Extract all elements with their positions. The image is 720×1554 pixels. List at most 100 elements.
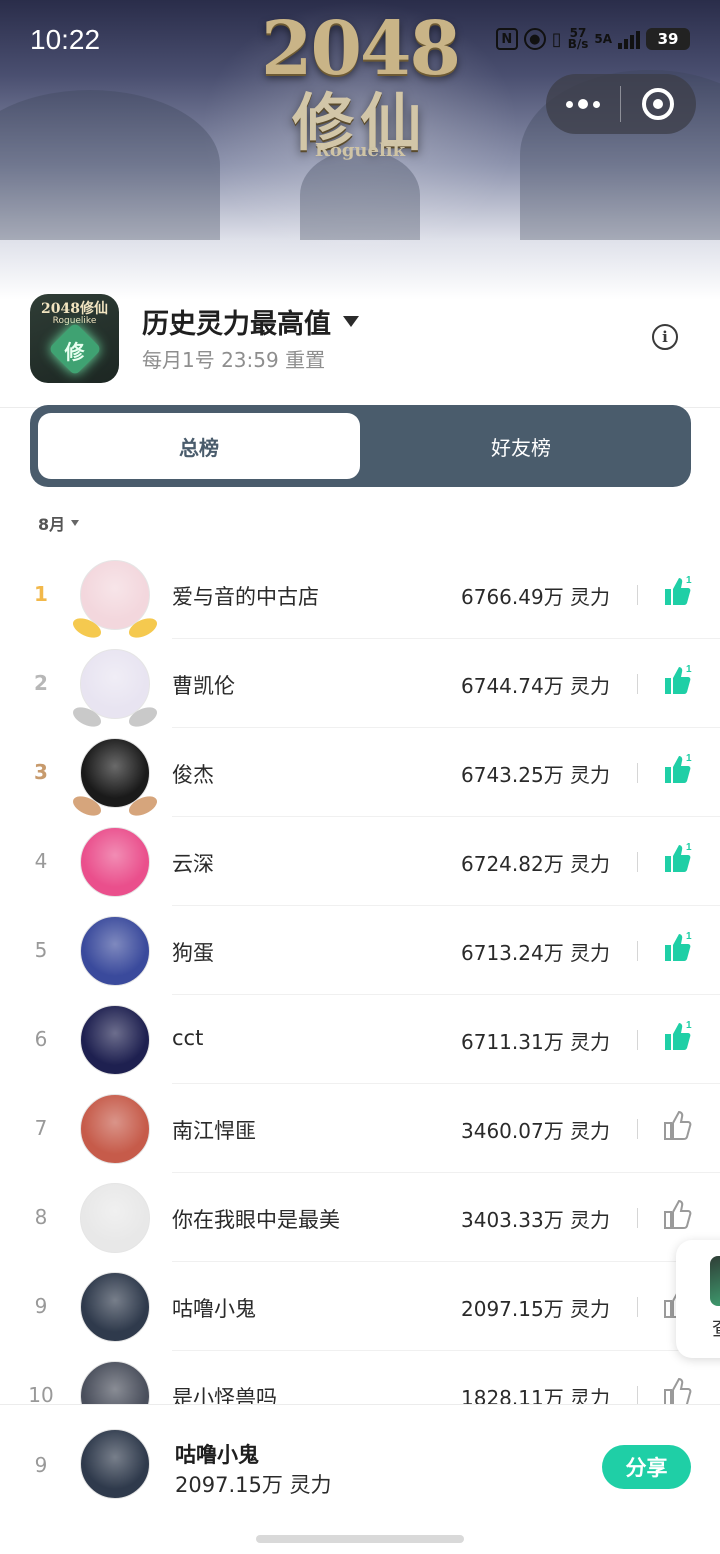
ranking-row[interactable]: 7 南江悍匪 3460.07万 灵力 bbox=[0, 1084, 720, 1173]
player-score: 1828.11万 灵力 bbox=[461, 1386, 611, 1405]
rank-number: 6 bbox=[34, 1027, 48, 1051]
thumbs-up-liked-icon[interactable]: 1 bbox=[662, 574, 692, 608]
player-score: 6713.24万 灵力 bbox=[461, 941, 611, 965]
avatar[interactable] bbox=[80, 1272, 150, 1342]
player-score: 6744.74万 灵力 bbox=[461, 674, 611, 698]
ranking-row[interactable]: 10 是小怪兽吗 1828.11万 灵力 bbox=[0, 1351, 720, 1405]
row-divider bbox=[637, 1030, 638, 1050]
row-divider bbox=[637, 1208, 638, 1228]
game-app-icon: 2048修仙 Roguelike 修 bbox=[30, 294, 119, 383]
player-name: 狗蛋 bbox=[172, 941, 214, 965]
ranking-row[interactable]: 8 你在我眼中是最美 3403.33万 灵力 bbox=[0, 1173, 720, 1262]
floating-side-card[interactable]: 查 bbox=[676, 1240, 720, 1358]
nfc-icon: N bbox=[495, 28, 518, 50]
ranking-row[interactable]: 4 云深 6724.82万 灵力 1 bbox=[0, 817, 720, 906]
avatar[interactable] bbox=[80, 827, 150, 897]
caret-down-icon bbox=[71, 520, 80, 526]
row-divider bbox=[637, 1386, 638, 1405]
rank-number: 3 bbox=[34, 760, 48, 784]
leaderboard-header: 2048修仙 Roguelike 修 历史灵力最高值 每月1号 23:59 重置… bbox=[0, 290, 720, 408]
vibrate-icon: ▯ bbox=[551, 28, 562, 50]
thumbs-up-liked-icon[interactable]: 1 bbox=[662, 663, 692, 697]
thumbs-up-icon[interactable] bbox=[662, 1375, 692, 1405]
player-score: 6743.25万 灵力 bbox=[461, 763, 611, 787]
rank-number: 4 bbox=[34, 849, 48, 873]
rank-number: 10 bbox=[28, 1383, 54, 1405]
net-speed: 57 B/s bbox=[567, 27, 589, 51]
rank-number: 9 bbox=[34, 1294, 48, 1318]
game-icon-glyph: 修 bbox=[64, 340, 85, 364]
banner-logo-subtitle: Roguelik bbox=[314, 140, 406, 161]
player-score: 3403.33万 灵力 bbox=[461, 1208, 611, 1232]
rank-number: 1 bbox=[34, 582, 48, 606]
thumbs-up-liked-icon[interactable]: 1 bbox=[662, 752, 692, 786]
svg-text:1: 1 bbox=[686, 575, 692, 586]
my-avatar bbox=[80, 1429, 150, 1499]
board-title: 历史灵力最高值 bbox=[142, 309, 331, 340]
svg-text:1: 1 bbox=[686, 931, 692, 942]
rank-number: 2 bbox=[34, 671, 48, 695]
player-name: 咕噜小鬼 bbox=[172, 1297, 256, 1321]
miniprogram-capsule bbox=[546, 74, 696, 134]
ranking-row[interactable]: 2 曹凯伦 6744.74万 灵力 1 bbox=[0, 639, 720, 728]
player-name: 爱与音的中古店 bbox=[172, 585, 319, 609]
rank-number: 7 bbox=[34, 1116, 48, 1140]
info-icon[interactable]: i bbox=[652, 324, 678, 350]
status-time: 10:22 bbox=[30, 24, 101, 55]
share-button[interactable]: 分享 bbox=[602, 1445, 691, 1489]
close-miniprogram-icon[interactable] bbox=[621, 74, 695, 134]
rank-number: 5 bbox=[34, 938, 48, 962]
svg-text:1: 1 bbox=[686, 753, 692, 764]
thumbs-up-liked-icon[interactable]: 1 bbox=[662, 930, 692, 964]
battery-level: 39 bbox=[657, 30, 679, 48]
thumbs-up-liked-icon[interactable]: 1 bbox=[662, 1019, 692, 1053]
banner-mountain bbox=[300, 150, 420, 240]
player-score: 2097.15万 灵力 bbox=[461, 1297, 611, 1321]
player-name: 云深 bbox=[172, 852, 214, 876]
ranking-row[interactable]: 3 俊杰 6743.25万 灵力 1 bbox=[0, 728, 720, 817]
ranking-row[interactable]: 5 狗蛋 6713.24万 灵力 1 bbox=[0, 906, 720, 995]
ranking-row[interactable]: 6 cct 6711.31万 灵力 1 bbox=[0, 995, 720, 1084]
player-name: 你在我眼中是最美 bbox=[172, 1208, 340, 1232]
signal-icon bbox=[618, 29, 640, 49]
status-icons: N ● ▯ 57 B/s 5A 39 bbox=[495, 27, 690, 51]
game-icon-title: 2048修仙 bbox=[41, 301, 108, 317]
my-rank-number: 9 bbox=[34, 1453, 48, 1477]
tab-overall[interactable]: 总榜 bbox=[38, 413, 360, 479]
player-score: 6766.49万 灵力 bbox=[461, 585, 611, 609]
row-divider bbox=[637, 674, 638, 694]
tab-friends[interactable]: 好友榜 bbox=[360, 413, 682, 479]
month-filter-label: 8月 bbox=[38, 515, 66, 534]
net-speed-unit: B/s bbox=[567, 37, 589, 51]
avatar[interactable] bbox=[80, 1094, 150, 1164]
avatar[interactable] bbox=[80, 916, 150, 986]
player-name: 南江悍匪 bbox=[172, 1119, 256, 1143]
my-score: 2097.15万 灵力 bbox=[175, 1473, 332, 1497]
thumbs-up-icon[interactable] bbox=[662, 1108, 692, 1142]
avatar[interactable] bbox=[80, 1005, 150, 1075]
my-name: 咕噜小鬼 bbox=[175, 1443, 259, 1467]
player-score: 6724.82万 灵力 bbox=[461, 852, 611, 876]
more-menu-icon[interactable] bbox=[546, 74, 620, 134]
thumbs-up-liked-icon[interactable]: 1 bbox=[662, 841, 692, 875]
board-selector[interactable]: 历史灵力最高值 bbox=[142, 302, 359, 341]
player-score: 6711.31万 灵力 bbox=[461, 1030, 611, 1054]
player-name: cct bbox=[172, 1026, 204, 1050]
medal-wreath-icon bbox=[72, 606, 158, 638]
leaderboard-tabs: 总榜 好友榜 bbox=[30, 405, 691, 487]
rank-number: 8 bbox=[34, 1205, 48, 1229]
medal-wreath-icon bbox=[72, 784, 158, 816]
thumbs-up-icon[interactable] bbox=[662, 1197, 692, 1231]
home-indicator bbox=[256, 1535, 464, 1543]
ranking-row[interactable]: 1 爱与音的中古店 6766.49万 灵力 1 bbox=[0, 550, 720, 639]
row-divider bbox=[637, 1297, 638, 1317]
ranking-row[interactable]: 9 咕噜小鬼 2097.15万 灵力 bbox=[0, 1262, 720, 1351]
svg-text:1: 1 bbox=[686, 842, 692, 853]
medal-wreath-icon bbox=[72, 695, 158, 727]
cellular-type-icon: 5A bbox=[594, 32, 612, 46]
avatar[interactable] bbox=[80, 1183, 150, 1253]
caret-down-icon bbox=[343, 316, 359, 327]
side-card-thumbnail bbox=[710, 1256, 720, 1306]
avatar[interactable] bbox=[80, 1361, 150, 1405]
month-filter[interactable]: 8月 bbox=[38, 511, 80, 535]
